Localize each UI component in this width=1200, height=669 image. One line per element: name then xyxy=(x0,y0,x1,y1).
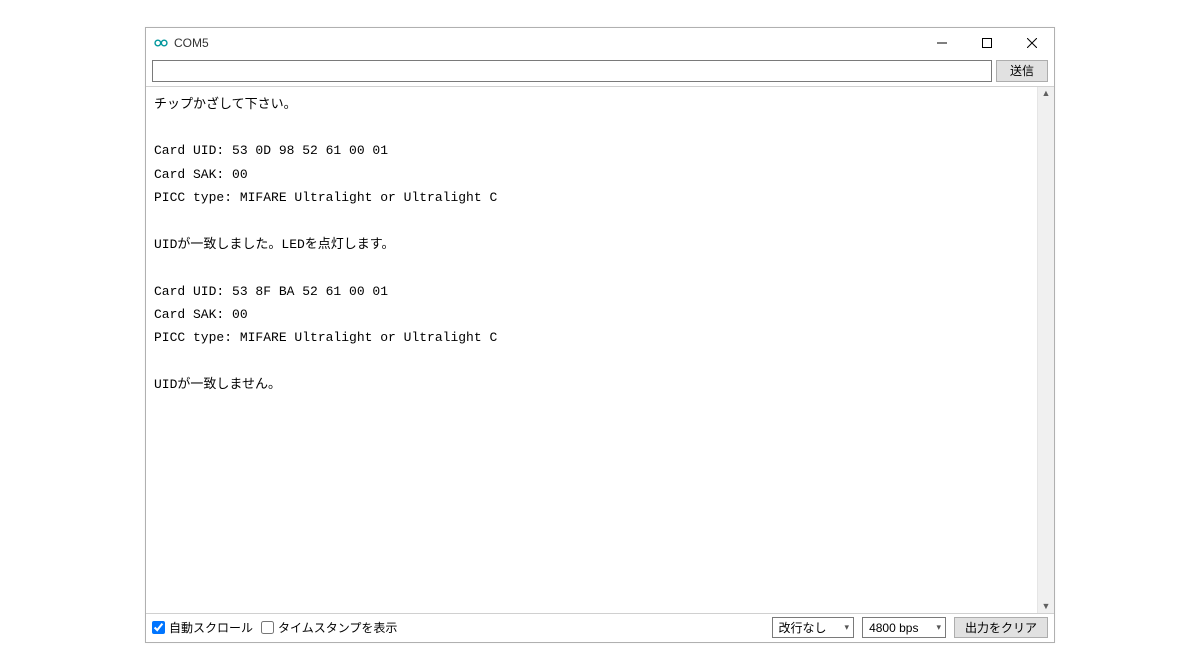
serial-monitor-window: COM5 送信 チップかざして下さい。 Card UID: 53 0D 98 5… xyxy=(145,27,1055,643)
line-ending-value: 改行なし xyxy=(779,619,827,636)
command-row: 送信 xyxy=(146,58,1054,86)
console-output: チップかざして下さい。 Card UID: 53 0D 98 52 61 00 … xyxy=(146,87,1037,613)
autoscroll-checkbox[interactable]: 自動スクロール xyxy=(152,619,253,636)
baud-value: 4800 bps xyxy=(869,621,918,635)
send-button[interactable]: 送信 xyxy=(996,60,1048,82)
clear-output-button[interactable]: 出力をクリア xyxy=(954,617,1048,638)
maximize-button[interactable] xyxy=(964,28,1009,58)
chevron-down-icon: ▾ xyxy=(845,622,850,633)
scroll-up-icon: ▲ xyxy=(1042,89,1051,98)
close-button[interactable] xyxy=(1009,28,1054,58)
window-title: COM5 xyxy=(174,36,209,50)
command-input[interactable] xyxy=(152,60,992,82)
chevron-down-icon: ▾ xyxy=(936,622,941,633)
autoscroll-label: 自動スクロール xyxy=(169,619,253,636)
autoscroll-input[interactable] xyxy=(152,621,165,634)
timestamp-label: タイムスタンプを表示 xyxy=(278,619,397,636)
console-area: チップかざして下さい。 Card UID: 53 0D 98 52 61 00 … xyxy=(146,86,1054,614)
timestamp-checkbox[interactable]: タイムスタンプを表示 xyxy=(261,619,397,636)
scroll-down-icon: ▼ xyxy=(1042,602,1051,611)
statusbar: 自動スクロール タイムスタンプを表示 改行なし ▾ 4800 bps ▾ 出力を… xyxy=(146,614,1054,642)
baud-select[interactable]: 4800 bps ▾ xyxy=(862,617,946,638)
arduino-icon xyxy=(154,36,168,50)
minimize-button[interactable] xyxy=(919,28,964,58)
titlebar: COM5 xyxy=(146,28,1054,58)
vertical-scrollbar[interactable]: ▲ ▼ xyxy=(1037,87,1054,613)
timestamp-input[interactable] xyxy=(261,621,274,634)
line-ending-select[interactable]: 改行なし ▾ xyxy=(772,617,855,638)
